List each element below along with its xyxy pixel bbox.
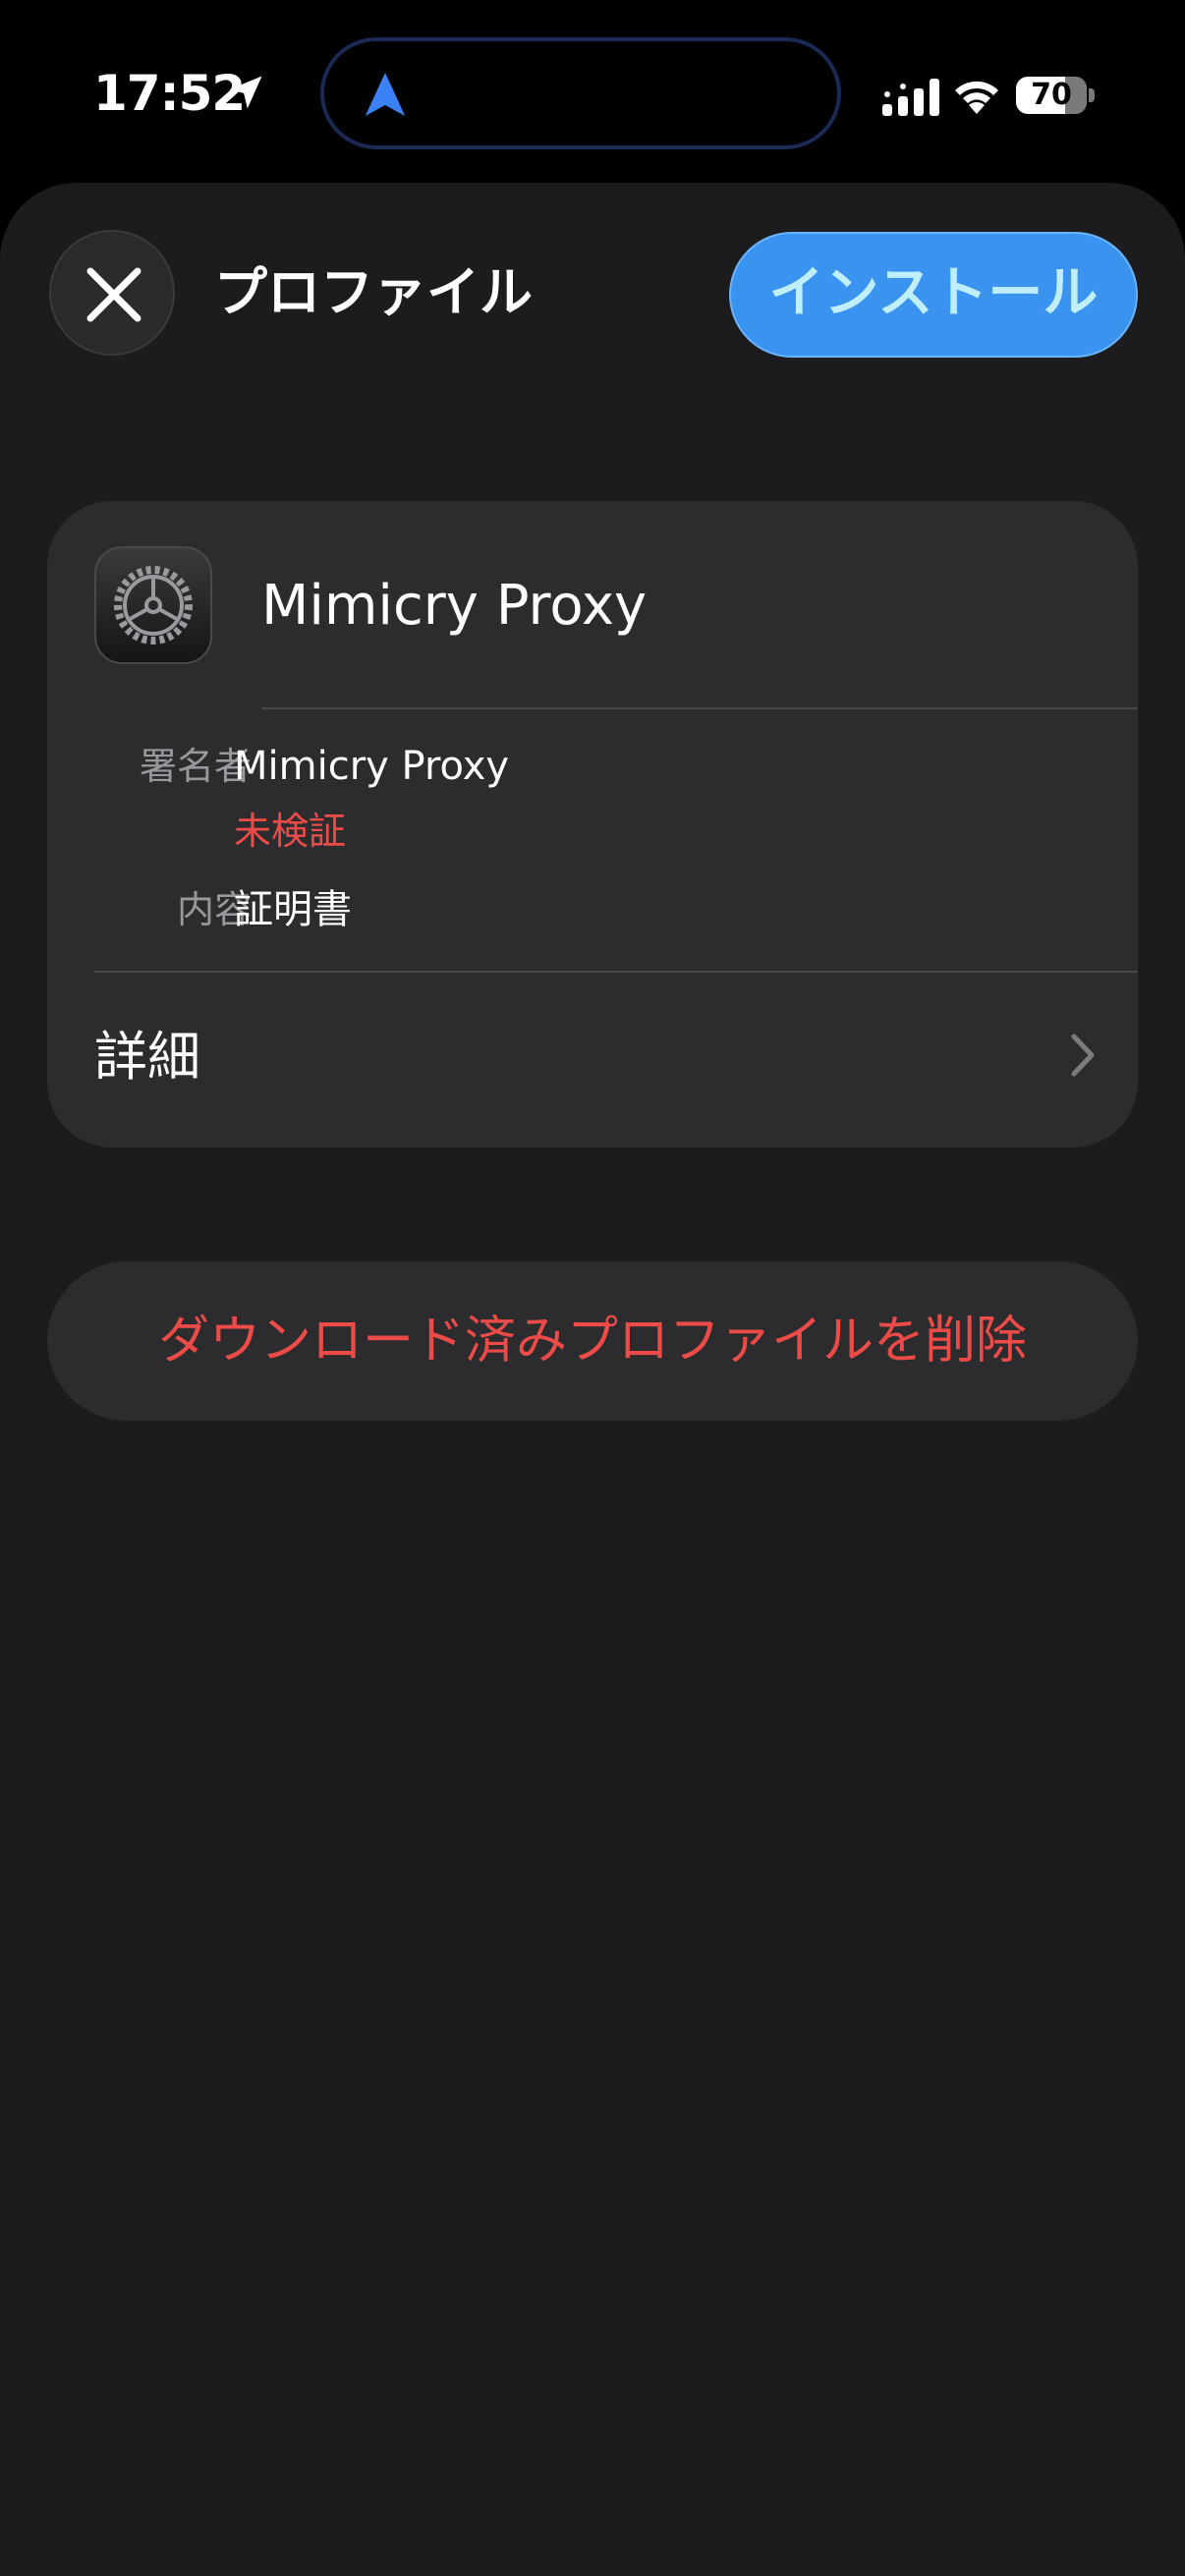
page-title: プロファイル: [214, 261, 533, 323]
status-time: 17:52: [93, 65, 246, 122]
delete-profile-button[interactable]: ダウンロード済みプロファイルを削除: [47, 1261, 1138, 1421]
dynamic-island[interactable]: [320, 37, 841, 149]
location-arrow-icon: [229, 76, 262, 109]
verification-status: 未検証: [234, 810, 347, 853]
battery-tip: [1089, 88, 1095, 102]
settings-app-icon: [94, 546, 212, 664]
status-bar: 17:52 70: [0, 0, 1185, 187]
battery-level: 70: [1031, 78, 1072, 112]
profile-sheet: プロファイル インストール Mimicry Proxy 署名者 Mimicry …: [0, 183, 1185, 2576]
close-icon: [86, 267, 141, 322]
signer-label: 署名者: [139, 745, 252, 788]
chevron-right-icon: [1071, 1034, 1095, 1077]
close-button[interactable]: [49, 230, 175, 356]
signer-value: Mimicry Proxy: [234, 744, 510, 789]
install-button[interactable]: インストール: [729, 232, 1138, 358]
details-row[interactable]: 詳細: [47, 973, 1138, 1148]
contents-label: 内容: [176, 888, 252, 931]
contents-value: 証明書: [234, 887, 352, 932]
battery-icon: 70: [1016, 77, 1087, 114]
profile-name: Mimicry Proxy: [261, 574, 648, 638]
navigation-icon: [365, 73, 406, 116]
profile-card: Mimicry Proxy 署名者 Mimicry Proxy 未検証 内容 証…: [47, 501, 1138, 1148]
divider: [261, 707, 1138, 709]
wifi-icon: [955, 81, 998, 114]
details-label: 詳細: [94, 1026, 200, 1088]
cellular-signal-icon: [882, 79, 939, 116]
gear-icon: [114, 566, 193, 644]
